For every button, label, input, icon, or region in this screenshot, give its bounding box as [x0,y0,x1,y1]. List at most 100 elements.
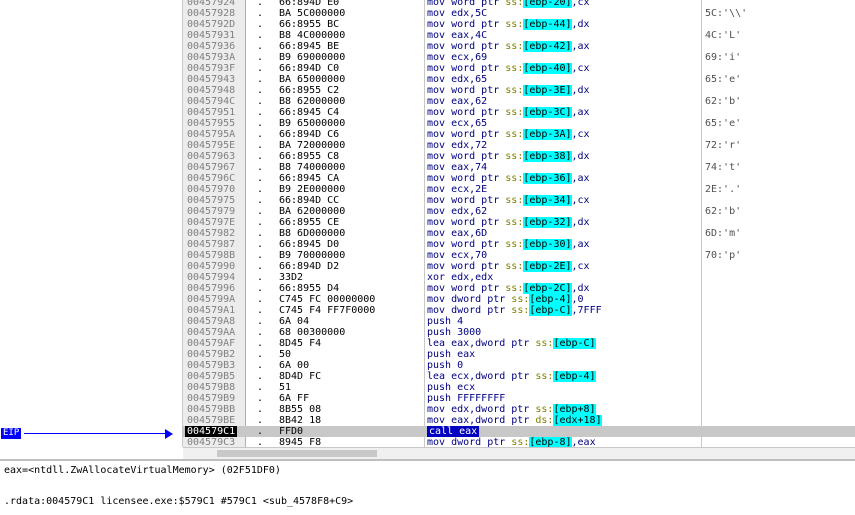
instruction-address: 00457987 [187,239,236,250]
eip-arrow-line [24,433,167,434]
instruction-bytes: B9 2E000000 [279,184,346,195]
instruction-row[interactable]: 00457970. B9 2E000000 mov ecx,2E 2E:'.' [183,184,855,195]
instruction-row[interactable]: 00457943. BA 65000000 mov edx,65 65:'e' [183,74,855,85]
instruction-bytes: 66:8945 D0 [279,239,340,250]
memory-operand: [ebp-4] [553,371,596,382]
instruction-row[interactable]: 004579B2. 50 push eax [183,349,855,360]
instruction-bytes: 6A FF [279,393,310,404]
instruction-operand: ,ax [571,173,590,184]
instruction-row[interactable]: 00457982. B8 6D000000 mov eax,6D 6D:'m' [183,228,855,239]
instruction-row[interactable]: 0045792D. 66:8955 BC mov word ptr ss:[ebp-… [183,19,855,30]
instruction-row[interactable]: 0045793A. B9 69000000 mov ecx,69 69:'i' [183,52,855,63]
instruction-operand: ,cx [571,63,590,74]
instruction-op: mov eax,dword ptr [427,415,536,426]
instruction-text: mov eax,dword ptr ds:[edx+18] [427,415,602,426]
instruction-row[interactable]: 004579B8. 51 push ecx [183,382,855,393]
memory-operand: [ebp-3C] [523,107,572,118]
instruction-address: 00457948 [187,85,236,96]
instruction-row[interactable]: 00457948. 66:8955 C2 mov word ptr ss:[ebp-… [183,85,855,96]
instruction-operand: ,cx [571,195,590,206]
instruction-text: mov edx,62 [427,206,487,217]
instruction-row[interactable]: 004579A8. 6A 04 push 4 [183,316,855,327]
instruction-op: mov word ptr [427,239,506,250]
instruction-row[interactable]: 004579AA. 68 00300000 push 3000 [183,327,855,338]
instruction-row[interactable]: 0045794C. B8 62000000 mov eax,62 62:'b' [183,96,855,107]
breakpoint-marker: . [257,0,264,8]
instruction-bytes: 66:894D D2 [279,261,340,272]
instruction-operand: ,0 [571,294,584,305]
instruction-row[interactable]: 00457924. 66:894D E0 mov word ptr ss:[ebp-… [183,0,855,8]
instruction-row[interactable]: 00457996. 66:8955 D4 mov word ptr ss:[ebp-… [183,283,855,294]
instruction-row[interactable]: 00457931. B8 4C000000 mov eax,4C 4C:'L' [183,30,855,41]
breakpoint-marker: . [257,261,264,272]
instruction-row[interactable]: 00457987. 66:8945 D0 mov word ptr ss:[ebp-… [183,239,855,250]
instruction-op: push eax [427,349,476,360]
instruction-text: mov word ptr ss:[ebp-38],dx [427,151,590,162]
instruction-row[interactable]: 00457936. 66:8945 BE mov word ptr ss:[ebp-… [183,41,855,52]
instruction-row[interactable]: 004579BB. 8B55 08 mov edx,dword ptr ss:[eb… [183,404,855,415]
instruction-row[interactable]: 004579A1. C745 F4 FF7F0000 mov dword ptr s… [183,305,855,316]
breakpoint-marker: . [257,107,264,118]
instruction-text: push eax [427,349,475,360]
instruction-text: mov ecx,69 [427,52,487,63]
instruction-row[interactable]: 0045799A. C745 FC 00000000 mov dword ptr s… [183,294,855,305]
instruction-row[interactable]: 0045795A. 66:894D C6 mov word ptr ss:[ebp-… [183,129,855,140]
instruction-row[interactable]: 0045793F. 66:894D C0 mov word ptr ss:[ebp-… [183,63,855,74]
instruction-row[interactable]: 004579B9. 6A FF push FFFFFFFF [183,393,855,404]
instruction-op: mov edx,5C [427,8,488,19]
instruction-row[interactable]: 004579BE. 8B42 18 mov eax,dword ptr ds:[ed… [183,415,855,426]
memory-operand: [ebp+8] [553,404,596,415]
instruction-text: mov word ptr ss:[ebp-2C],dx [427,283,590,294]
segment-prefix: ss: [535,371,554,382]
instruction-row[interactable]: 00457928. BA 5C000000 mov edx,5C 5C:'\\' [183,8,855,19]
breakpoint-marker: . [257,173,264,184]
instruction-row[interactable]: 0045796C. 66:8945 CA mov word ptr ss:[ebp-… [183,173,855,184]
breakpoint-marker: . [257,426,264,437]
instruction-bytes: 51 [279,382,292,393]
instruction-row[interactable]: 00457990. 66:894D D2 mov word ptr ss:[ebp-… [183,261,855,272]
instruction-address: 00457970 [187,184,236,195]
instruction-row[interactable]: 00457951. 66:8945 C4 mov word ptr ss:[ebp-… [183,107,855,118]
instruction-row[interactable]: 00457963. 66:8955 C8 mov word ptr ss:[ebp-… [183,151,855,162]
instruction-row[interactable]: 004579AF. 8D45 F4 lea eax,dword ptr ss:[eb… [183,338,855,349]
instruction-op: mov word ptr [427,41,506,52]
scrollbar-thumb[interactable] [217,450,377,457]
instruction-row[interactable]: 0045797E. 66:8955 CE mov word ptr ss:[ebp-… [183,217,855,228]
instruction-row[interactable]: 00457955. B9 65000000 mov ecx,65 65:'e' [183,118,855,129]
breakpoint-marker: . [257,217,264,228]
instruction-address: 0045797E [187,217,236,228]
instruction-row[interactable]: 00457967. B8 74000000 mov eax,74 74:'t' [183,162,855,173]
instruction-row[interactable]: 004579B3. 6A 00 push 0 [183,360,855,371]
instruction-op: push 0 [427,360,464,371]
instruction-op: mov word ptr [427,173,506,184]
instruction-bytes: 8D4D FC [279,371,322,382]
instruction-row[interactable]: 0045795E. BA 72000000 mov edx,72 72:'r' [183,140,855,151]
instruction-op: lea ecx,dword ptr [427,371,536,382]
disassembly-view[interactable]: 00457924. 66:894D E0 mov word ptr ss:[ebp-… [0,0,855,447]
instruction-bytes: 66:894D C0 [279,63,340,74]
instruction-text: mov dword ptr ss:[ebp-4],0 [427,294,584,305]
segment-prefix: ds: [535,415,554,426]
instruction-address: 004579BB [187,404,236,415]
breakpoint-marker: . [257,162,264,173]
segment-prefix: ss: [505,85,524,96]
instruction-text: mov edx,72 [427,140,487,151]
instruction-row[interactable]: 0045798B. B9 70000000 mov ecx,70 70:'p' [183,250,855,261]
instruction-row[interactable]: 00457975. 66:894D CC mov word ptr ss:[ebp-… [183,195,855,206]
memory-operand: [ebp-C] [553,338,596,349]
instruction-op: push FFFFFFFF [427,393,506,404]
segment-prefix: ss: [505,41,524,52]
instruction-operand: ,dx [571,19,590,30]
instruction-text: push ecx [427,382,475,393]
instruction-row[interactable]: 004579B5. 8D4D FC lea ecx,dword ptr ss:[eb… [183,371,855,382]
instruction-row[interactable]: 00457979. BA 62000000 mov edx,62 62:'b' [183,206,855,217]
instruction-row[interactable]: 004579C3. 8945 F8 mov dword ptr ss:[ebp-8]… [183,437,855,447]
breakpoint-marker: . [257,305,264,316]
instruction-op: push 3000 [427,327,482,338]
instruction-row[interactable]: 00457994. 33D2 xor edx,edx [183,272,855,283]
instruction-text: mov dword ptr ss:[ebp-8],eax [427,437,596,447]
instruction-row-current[interactable]: 004579C1. FFD0 call eax [183,426,855,437]
instruction-op: call eax [429,426,478,437]
segment-prefix: ss: [535,338,554,349]
horizontal-scrollbar[interactable] [183,447,855,459]
